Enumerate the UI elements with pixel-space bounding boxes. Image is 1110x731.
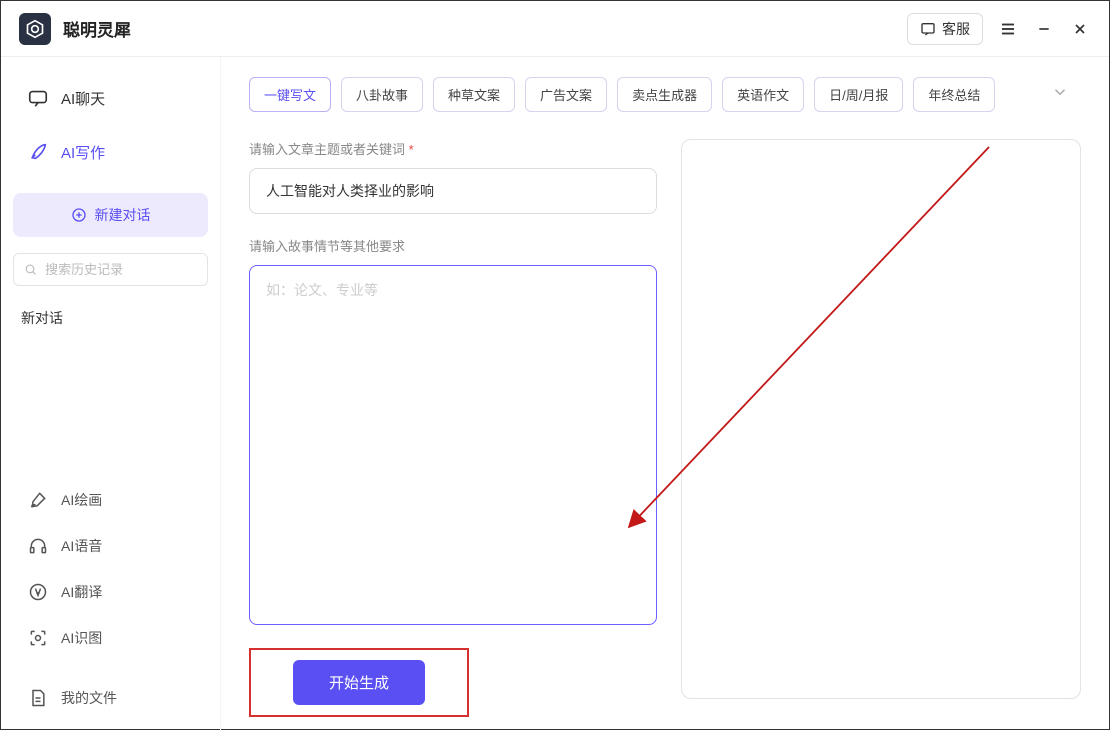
sidebar-item-label: AI写作 [61,142,105,163]
translate-icon [27,581,49,603]
sidebar-item-chat[interactable]: AI聊天 [13,75,208,121]
history-item[interactable]: 新对话 [13,294,208,342]
generate-button[interactable]: 开始生成 [293,660,425,705]
new-chat-button[interactable]: 新建对话 [13,193,208,237]
search-input[interactable] [45,262,197,277]
headphones-icon [27,535,49,557]
template-chip[interactable]: 年终总结 [913,77,995,112]
template-chip[interactable]: 一键写文 [249,77,331,112]
generate-highlight: 开始生成 [249,648,469,717]
template-chip[interactable]: 种草文案 [433,77,515,112]
template-chip[interactable]: 广告文案 [525,77,607,112]
plus-circle-icon [71,207,87,223]
feather-icon [27,141,49,163]
detail-textarea[interactable] [249,265,657,625]
search-wrap[interactable] [13,253,208,286]
sidebar-item-writing[interactable]: AI写作 [13,129,208,175]
sidebar-item-label: AI聊天 [61,88,105,109]
form-section: 请输入文章主题或者关键词 * 请输入故事情节等其他要求 开始生成 [249,139,657,717]
file-icon [27,687,49,709]
support-label: 客服 [942,19,970,39]
brush-icon [27,489,49,511]
sidebar-item-label: 我的文件 [61,688,117,708]
new-chat-label: 新建对话 [95,205,151,225]
chat-icon [27,87,49,109]
sidebar-item-files[interactable]: 我的文件 [13,675,208,721]
output-panel [681,139,1081,699]
support-button[interactable]: 客服 [907,13,983,45]
topic-label: 请输入文章主题或者关键词 * [249,139,657,158]
close-icon[interactable] [1069,18,1091,40]
chat-bubble-icon [920,21,936,37]
topic-input[interactable] [249,168,657,214]
menu-icon[interactable] [997,18,1019,40]
sidebar-item-draw[interactable]: AI绘画 [13,477,208,523]
app-logo [19,13,51,45]
template-chip[interactable]: 日/周/月报 [814,77,903,112]
detail-label: 请输入故事情节等其他要求 [249,236,657,255]
main-area: 一键写文 八卦故事 种草文案 广告文案 卖点生成器 英语作文 日/周/月报 年终… [221,57,1109,731]
template-row: 一键写文 八卦故事 种草文案 广告文案 卖点生成器 英语作文 日/周/月报 年终… [249,77,1081,112]
search-icon [24,262,37,277]
sidebar-item-translate[interactable]: AI翻译 [13,569,208,615]
minimize-icon[interactable] [1033,18,1055,40]
sidebar-item-voice[interactable]: AI语音 [13,523,208,569]
sidebar-item-label: AI识图 [61,628,102,648]
sidebar-item-label: AI绘画 [61,490,102,510]
titlebar: 聪明灵犀 客服 [1,1,1109,57]
chevron-down-icon[interactable] [1039,77,1081,112]
app-title: 聪明灵犀 [63,16,131,41]
sidebar: AI聊天 AI写作 新建对话 新对话 AI绘画 [1,57,221,731]
sidebar-item-imagerecog[interactable]: AI识图 [13,615,208,661]
template-chip[interactable]: 八卦故事 [341,77,423,112]
image-scan-icon [27,627,49,649]
template-chip[interactable]: 英语作文 [722,77,804,112]
sidebar-item-label: AI语音 [61,536,102,556]
template-chip[interactable]: 卖点生成器 [617,77,712,112]
sidebar-item-label: AI翻译 [61,582,102,602]
